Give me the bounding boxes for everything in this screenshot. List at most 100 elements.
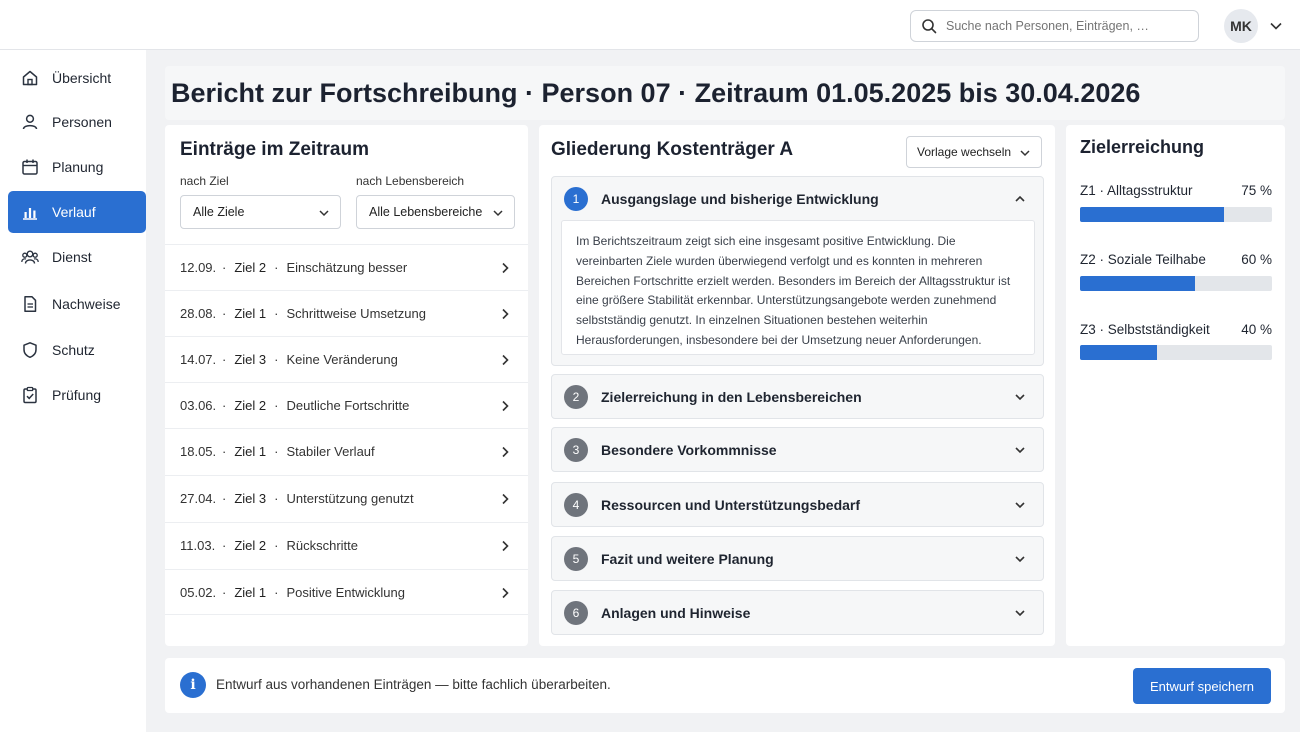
sidebar-item-label: Personen — [52, 114, 112, 130]
section-body-text[interactable]: Im Berichtszeitraum zeigt sich eine insg… — [561, 220, 1035, 355]
entry-row[interactable]: 05.02. · Ziel 1 · Positive Entwicklung — [165, 569, 528, 615]
sidebar: Übersicht Personen Planung Verlauf Diens… — [0, 50, 146, 732]
entry-date: 11.03. — [180, 538, 216, 553]
entry-text: Einschätzung besser — [286, 260, 408, 275]
entry-text: Positive Entwicklung — [286, 584, 405, 600]
search-box[interactable] — [910, 10, 1199, 42]
sidebar-item-dienst[interactable]: Dienst — [8, 236, 146, 278]
footer-hint: Entwurf aus vorhandenen Einträgen — bitt… — [216, 677, 611, 692]
team-icon — [21, 250, 39, 264]
separator: · — [274, 352, 279, 367]
chevron-down-icon[interactable] — [1014, 553, 1026, 565]
chevron-down-icon[interactable] — [1014, 607, 1026, 619]
separator: · — [274, 444, 279, 459]
entry-row[interactable]: 12.09. · Ziel 2 · Einschätzung besser — [165, 244, 528, 290]
sidebar-item-personen[interactable]: Personen — [8, 101, 146, 143]
section-3[interactable]: 3 Besondere Vorkommnisse — [551, 427, 1044, 472]
section-5[interactable]: 5 Fazit und weitere Planung — [551, 536, 1044, 581]
section-header[interactable]: 6 Anlagen und Hinweise — [552, 591, 1043, 635]
chevron-down-icon — [493, 210, 503, 217]
chevron-right-icon — [502, 262, 509, 274]
entry-text: Schrittweise Umsetzung — [286, 306, 426, 321]
search-input[interactable] — [946, 19, 1186, 33]
chevron-up-icon[interactable] — [1014, 193, 1026, 205]
section-header[interactable]: 4 Ressourcen und Unterstützungsbedarf — [552, 483, 1043, 527]
avatar[interactable]: MK — [1224, 9, 1258, 43]
section-header[interactable]: 3 Besondere Vorkommnisse — [552, 428, 1043, 472]
sidebar-item-pruefung[interactable]: Prüfung — [8, 374, 146, 416]
separator: · — [222, 538, 227, 553]
entry-date: 05.02. — [180, 584, 217, 600]
entry-text: Rückschritte — [286, 538, 359, 553]
section-number: 6 — [564, 601, 588, 625]
sidebar-item-uebersicht[interactable]: Übersicht — [8, 57, 146, 99]
goal-label: Z3 · Selbstständigkeit — [1080, 322, 1210, 337]
entries-title: Einträge im Zeitraum — [180, 139, 369, 160]
section-title: Zielerreichung in den Lebensbereichen — [601, 389, 862, 405]
entry-row[interactable]: 27.04. · Ziel 3 · Unterstützung genutzt — [165, 475, 528, 521]
entry-row[interactable]: 11.03. · Ziel 2 · Rückschritte — [165, 522, 528, 568]
page-title: Bericht zur Fortschreibung · Person 07 ·… — [171, 78, 1141, 108]
chevron-right-icon — [502, 308, 509, 320]
entry-goal: Ziel 2 — [234, 398, 267, 413]
separator: · — [274, 260, 279, 275]
separator: · — [222, 352, 227, 367]
area-filter-value: Alle Lebensbereiche — [369, 205, 483, 219]
chevron-down-icon[interactable] — [1014, 499, 1026, 511]
entries-panel: Einträge im Zeitraum nach Ziel nach Lebe… — [165, 125, 528, 646]
sidebar-item-label: Übersicht — [52, 70, 112, 86]
top-bar: MK — [0, 0, 1300, 50]
section-2[interactable]: 2 Zielerreichung in den Lebensbereichen — [551, 374, 1044, 419]
entry-goal: Ziel 1 — [234, 306, 267, 321]
area-filter-select[interactable]: Alle Lebensbereiche — [356, 195, 515, 229]
chevron-down-icon[interactable] — [1014, 391, 1026, 403]
separator: · — [222, 306, 227, 321]
section-title: Anlagen und Hinweise — [601, 605, 751, 621]
section-6[interactable]: 6 Anlagen und Hinweise — [551, 590, 1044, 635]
entry-row[interactable]: 18.05. · Ziel 1 · Stabiler Verlauf — [165, 428, 528, 474]
clipboard-check-icon — [23, 386, 37, 404]
entry-date: 18.05. — [180, 444, 217, 459]
sidebar-item-schutz[interactable]: Schutz — [8, 329, 146, 371]
chevron-right-icon — [502, 446, 509, 458]
goal-filter-label: nach Ziel — [180, 174, 229, 188]
section-header[interactable]: 5 Fazit und weitere Planung — [552, 537, 1043, 581]
section-header[interactable]: 2 Zielerreichung in den Lebensbereichen — [552, 375, 1043, 419]
sidebar-item-planung[interactable]: Planung — [8, 146, 146, 188]
section-header[interactable]: 1 Ausgangslage und bisherige Entwicklung — [552, 177, 1043, 221]
goal-filter-select[interactable]: Alle Ziele — [180, 195, 341, 229]
section-title: Ressourcen und Unterstützungsbedarf — [601, 497, 861, 513]
sidebar-item-nachweise[interactable]: Nachweise — [8, 283, 146, 325]
goal-progress-bar — [1080, 276, 1272, 291]
goal-progress-bar — [1080, 207, 1272, 222]
sidebar-item-verlauf[interactable]: Verlauf — [8, 191, 146, 233]
section-number: 5 — [564, 547, 588, 571]
section-number: 4 — [564, 493, 588, 517]
save-draft-button[interactable]: Entwurf speichern — [1133, 668, 1271, 704]
template-switch-label: Vorlage wechseln — [917, 145, 1012, 159]
template-switch-select[interactable]: Vorlage wechseln — [906, 136, 1042, 168]
chevron-right-icon — [502, 587, 509, 599]
chevron-down-icon[interactable] — [1014, 444, 1026, 456]
goal-progress-fill — [1080, 276, 1196, 291]
separator: · — [274, 538, 279, 553]
chevron-right-icon — [502, 354, 509, 366]
goal-label: Z2 · Soziale Teilhabe — [1080, 252, 1206, 267]
sidebar-item-label: Nachweise — [52, 296, 121, 312]
section-4[interactable]: 4 Ressourcen und Unterstützungsbedarf — [551, 482, 1044, 527]
separator: · — [222, 584, 227, 600]
sidebar-item-label: Dienst — [52, 249, 92, 265]
section-number: 2 — [564, 385, 588, 409]
goals-title: Zielerreichung — [1080, 137, 1205, 157]
entry-row[interactable]: 28.08. · Ziel 1 · Schrittweise Umsetzung — [165, 290, 528, 336]
page-title-card: Bericht zur Fortschreibung · Person 07 ·… — [165, 66, 1285, 120]
area-filter-label: nach Lebensbereich — [356, 174, 465, 188]
outline-title: Gliederung Kostenträger A — [551, 139, 794, 160]
entry-row[interactable]: 14.07. · Ziel 3 · Keine Veränderung — [165, 336, 528, 382]
section-1[interactable]: 1 Ausgangslage und bisherige Entwicklung… — [551, 176, 1044, 366]
entry-row[interactable]: 03.06. · Ziel 2 · Deutliche Fortschritte — [165, 382, 528, 428]
sidebar-item-label: Prüfung — [52, 387, 102, 403]
entry-goal: Ziel 3 — [234, 491, 267, 506]
footer-bar: i Entwurf aus vorhandenen Einträgen — bi… — [165, 658, 1285, 713]
chevron-down-icon[interactable] — [1269, 19, 1283, 33]
